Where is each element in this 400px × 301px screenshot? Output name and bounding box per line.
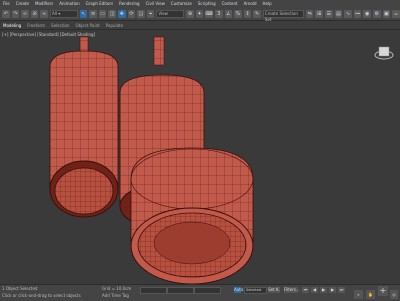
bind-space-warp-icon[interactable]: ≈ <box>40 10 48 18</box>
render-setup-icon[interactable]: ⚙ <box>373 10 381 18</box>
mirror-icon[interactable]: ⇋ <box>305 10 314 18</box>
align-icon[interactable]: ⊞ <box>315 10 324 18</box>
menu-modifiers[interactable]: Modifiers <box>35 0 53 8</box>
link-icon[interactable]: ∞ <box>21 10 29 18</box>
scale-icon[interactable]: ◲ <box>137 10 145 18</box>
spinner-snap-icon[interactable]: ↕ <box>243 10 252 18</box>
zoom-icon[interactable]: ⌕ <box>354 290 363 299</box>
main-toolbar: ↶ ↷ ∞ ⊘ ≈ All ▾ ↖ ≡ ▭ ◫ ✥ ⟳ ◲ ⌖ View ⊕ ✦… <box>0 8 400 22</box>
pendant-lamp-front[interactable] <box>130 147 254 284</box>
tab-modeling[interactable]: Modeling <box>3 23 21 28</box>
edit-named-selection-icon[interactable]: ✎ <box>253 10 261 18</box>
material-editor-icon[interactable]: ◉ <box>363 10 372 18</box>
move-icon[interactable]: ✥ <box>118 10 126 18</box>
rotate-icon[interactable]: ⟳ <box>127 10 136 18</box>
menu-animation[interactable]: Animation <box>59 0 79 8</box>
menu-scripting[interactable]: Scripting <box>198 0 216 8</box>
set-key-button[interactable]: Set K. <box>268 287 280 293</box>
y-coordinate-field[interactable] <box>167 287 194 294</box>
cable-left <box>79 36 89 54</box>
grid-size: Grid = 10.0cm <box>102 286 132 291</box>
select-object-icon[interactable]: ↖ <box>79 10 88 18</box>
ribbon-tabs: Modeling Freeform Selection Object Paint… <box>0 21 400 30</box>
menu-civil-view[interactable]: Civil View <box>146 0 165 8</box>
reference-coordinate-dropdown[interactable]: View <box>156 10 185 18</box>
placement-icon[interactable]: ⌖ <box>146 10 155 18</box>
select-manipulate-icon[interactable]: ✦ <box>195 10 204 18</box>
menu-arnold[interactable]: Arnold <box>244 0 257 8</box>
toggle-ribbon-icon[interactable]: ▤ <box>334 10 343 18</box>
orbit-icon[interactable]: ◎ <box>390 290 398 299</box>
pendant-lamp-left[interactable] <box>49 50 119 218</box>
x-coordinate-field[interactable] <box>140 287 167 294</box>
go-to-start-icon[interactable]: ⏮ <box>302 287 309 293</box>
zoom-extents-icon[interactable]: + <box>378 286 388 296</box>
layer-explorer-icon[interactable]: ☰ <box>325 10 333 18</box>
key-filters-button[interactable]: Filters... <box>284 287 300 293</box>
play-icon[interactable]: ▶ <box>320 287 327 293</box>
menu-customize[interactable]: Customize <box>171 0 192 8</box>
menu-help[interactable]: Help <box>263 0 272 8</box>
auto-key-button[interactable]: Auto <box>234 287 243 293</box>
rendered-frame-window-icon[interactable]: ▣ <box>382 10 391 18</box>
undo-icon[interactable]: ↶ <box>2 10 10 18</box>
tab-freeform[interactable]: Freeform <box>27 23 45 28</box>
selection-filter-dropdown[interactable]: All ▾ <box>49 10 78 18</box>
menu-bar: File Create Modifiers Animation Graph Ed… <box>0 0 400 8</box>
perspective-viewport[interactable]: [+] [Perspective] [Standard] [Default Sh… <box>0 31 400 284</box>
viewcube-cube[interactable] <box>378 46 390 57</box>
menu-rendering[interactable]: Rendering <box>119 0 139 8</box>
keyboard-shortcut-icon[interactable]: ⌨ <box>205 10 213 18</box>
tab-selection[interactable]: Selection <box>51 23 69 28</box>
schematic-view-icon[interactable]: ⊶ <box>353 10 362 18</box>
window-crossing-icon[interactable]: ◫ <box>108 10 117 18</box>
pivot-center-icon[interactable]: ⊕ <box>186 10 194 18</box>
key-mode-dropdown[interactable]: Selected <box>244 287 267 294</box>
menu-graph-editors[interactable]: Graph Editors <box>86 0 113 8</box>
menu-create[interactable]: Create <box>16 0 29 8</box>
status-bar: 1 Object Selected Click or click-and-dra… <box>0 284 400 301</box>
unlink-icon[interactable]: ⊘ <box>30 10 39 18</box>
z-coordinate-field[interactable] <box>194 287 221 294</box>
menu-content[interactable]: Content <box>222 0 238 8</box>
next-frame-icon[interactable]: ▶ <box>329 287 336 293</box>
rect-selection-icon[interactable]: ▭ <box>98 10 107 18</box>
add-time-tag[interactable]: Add Time Tag <box>102 293 129 298</box>
snaps-toggle-icon[interactable]: 3 <box>214 10 223 18</box>
tab-object-paint[interactable]: Object Paint <box>75 23 99 28</box>
redo-icon[interactable]: ↷ <box>11 10 20 18</box>
previous-frame-icon[interactable]: ◀ <box>311 287 318 293</box>
pan-icon[interactable]: ✋ <box>366 290 375 299</box>
go-to-end-icon[interactable]: ⏭ <box>338 287 345 293</box>
named-selection-set-dropdown[interactable]: Create Selection Set <box>262 10 304 22</box>
prompt-line: Click or click-and-drag to select object… <box>2 293 81 298</box>
tab-populate[interactable]: Populate <box>106 23 123 28</box>
viewport-canvas <box>49 36 254 284</box>
selection-count: 1 Object Selected <box>2 286 38 291</box>
render-production-icon[interactable]: ☕ <box>392 10 400 18</box>
percent-snap-icon[interactable]: % <box>234 10 242 18</box>
curve-editor-icon[interactable]: ∿ <box>344 10 352 18</box>
cable-middle <box>153 36 165 66</box>
viewcube[interactable] <box>374 45 394 65</box>
menu-file[interactable]: File <box>3 0 10 8</box>
angle-snap-icon[interactable]: ∠ <box>224 10 233 18</box>
select-by-name-icon[interactable]: ≡ <box>89 10 97 18</box>
